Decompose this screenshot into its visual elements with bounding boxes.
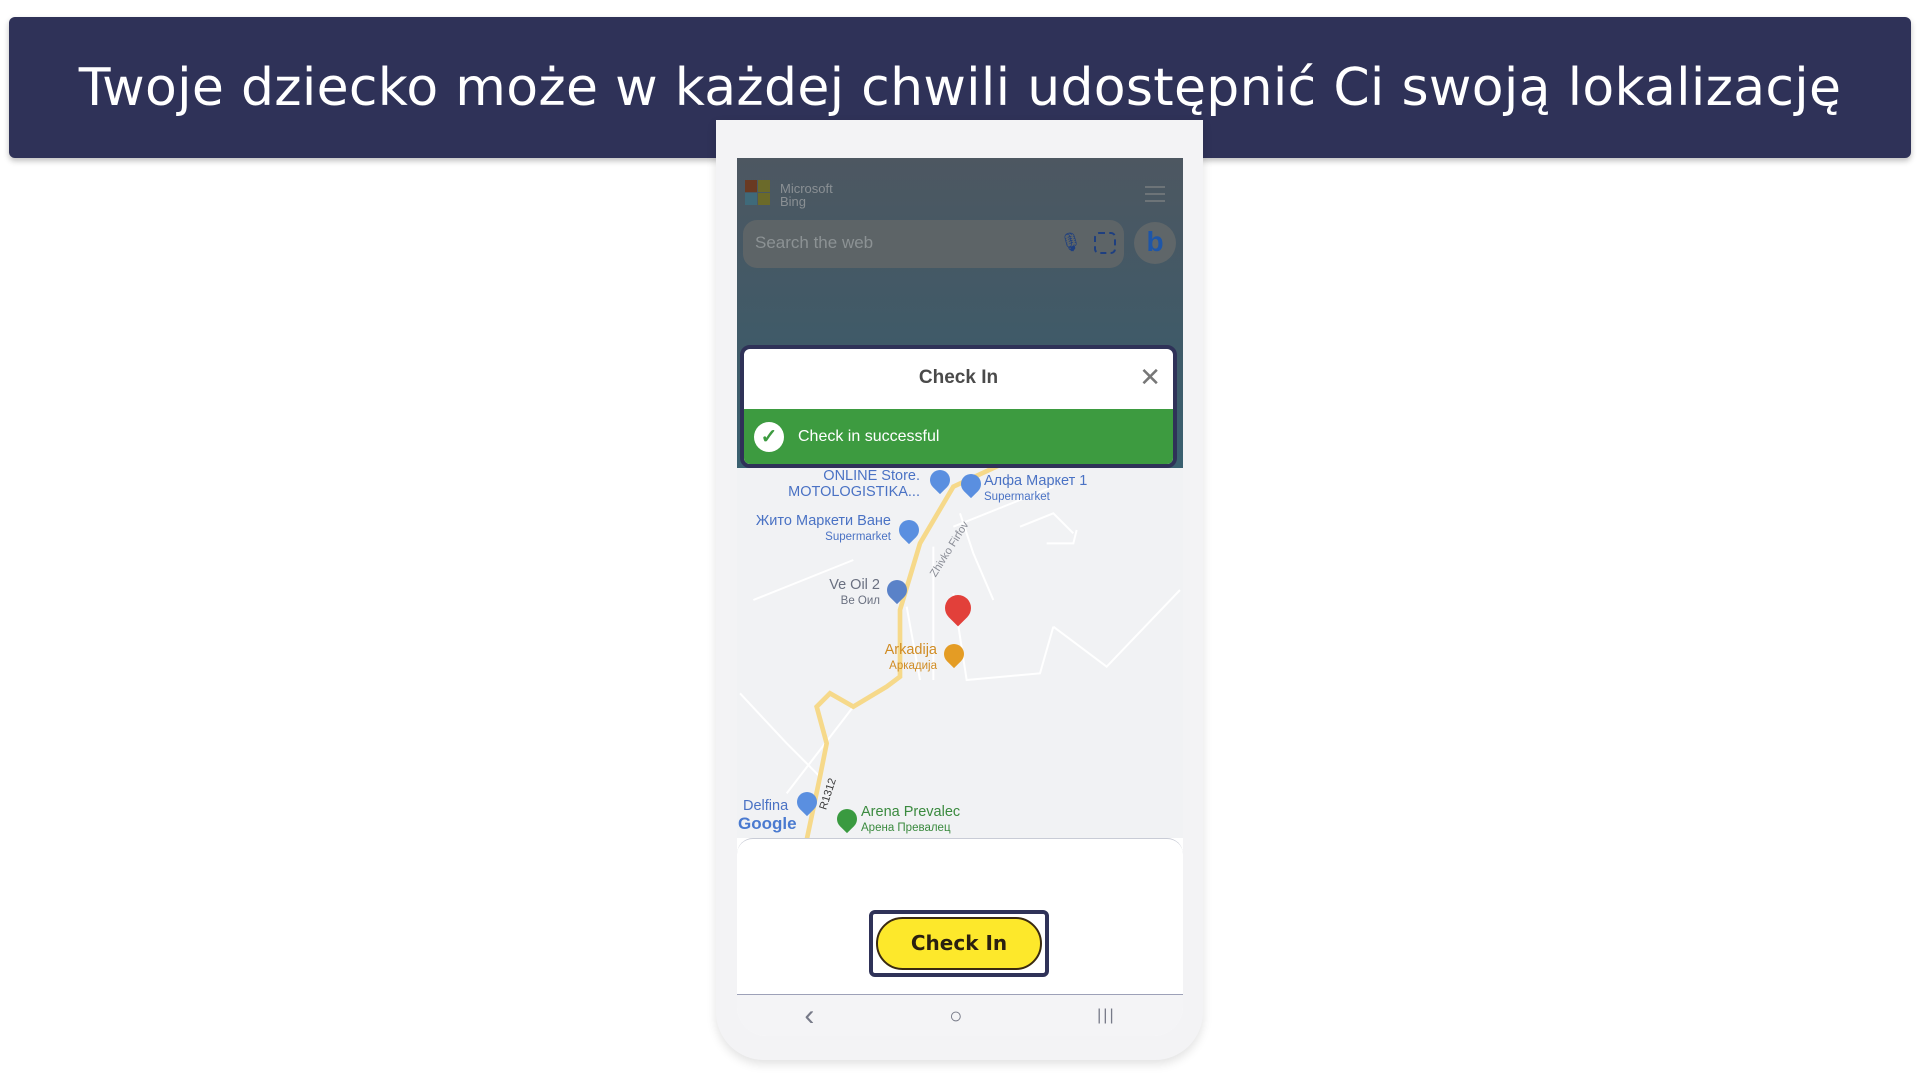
place-alfa-market[interactable]: Алфа Маркет 1 Supermarket — [984, 473, 1087, 505]
banner-title: Twoje dziecko może w każdej chwili udost… — [78, 57, 1842, 118]
visual-search-icon[interactable] — [1094, 232, 1116, 254]
check-in-highlight: Check In — [869, 910, 1049, 977]
place-arena-prevalec[interactable]: Arena Prevalec Арена Превалец — [861, 804, 960, 836]
place-ve-oil[interactable]: Ve Oil 2 Ве Оил — [829, 577, 880, 609]
map-view[interactable]: ONLINE Store. MOTOLOGISTIKA... Алфа Марке… — [737, 461, 1183, 841]
check-in-button[interactable]: Check In — [876, 917, 1042, 970]
menu-icon[interactable] — [1145, 186, 1165, 202]
close-icon[interactable]: ✕ — [1139, 363, 1161, 391]
microsoft-logo-icon — [745, 180, 771, 206]
success-banner: ✓ Check in successful — [744, 409, 1173, 464]
place-delfina[interactable]: Delfina — [743, 798, 788, 814]
success-message: Check in successful — [798, 428, 940, 445]
android-nav-bar: ‹ ○ ||| — [737, 994, 1183, 1036]
dialog-title: Check In — [918, 367, 999, 388]
place-zhito-market[interactable]: Жито Маркети Ване Supermarket — [756, 513, 891, 545]
microphone-icon[interactable]: 🎙 — [1059, 232, 1082, 253]
bing-chat-button[interactable]: b — [1134, 222, 1176, 264]
home-icon[interactable]: ○ — [949, 1003, 962, 1029]
google-logo: Google — [738, 814, 797, 833]
back-icon[interactable]: ‹ — [804, 999, 814, 1033]
bottom-panel: Check In — [737, 838, 1183, 994]
place-online-store[interactable]: ONLINE Store. MOTOLOGISTIKA... — [788, 468, 920, 500]
search-input[interactable]: Search the web 🎙 — [743, 220, 1124, 268]
search-placeholder: Search the web — [755, 233, 874, 252]
check-in-dialog: Check In ✕ ✓ Check in successful — [740, 345, 1177, 468]
bing-logo-text: Microsoft Bing — [780, 181, 833, 209]
phone-screen: Microsoft Bing Search the web 🎙 b ONLINE … — [737, 158, 1183, 1036]
recents-icon[interactable]: ||| — [1097, 1007, 1115, 1025]
checkmark-icon: ✓ — [754, 422, 784, 452]
place-arkadija[interactable]: Arkadija Аркадија — [885, 642, 937, 674]
